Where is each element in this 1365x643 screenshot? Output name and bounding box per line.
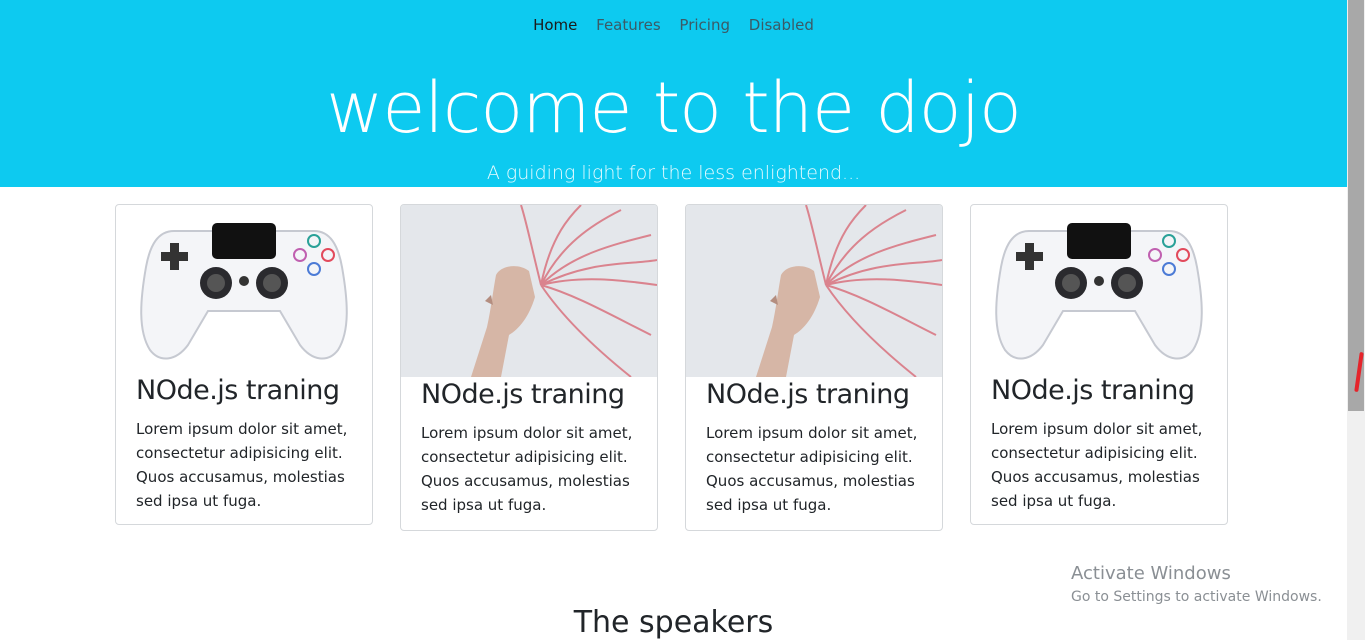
scrollbar-thumb[interactable] — [1348, 0, 1364, 411]
card-text: Lorem ipsum dolor sit amet, consectetur … — [136, 420, 348, 510]
gamepad-image — [116, 205, 372, 367]
course-card-1: NOde.js traning Lorem ipsum dolor sit am… — [115, 204, 373, 525]
top-nav: Home Features Pricing Disabled — [0, 16, 1347, 34]
nav-home[interactable]: Home — [533, 16, 577, 34]
windows-activation-watermark: Activate Windows Go to Settings to activ… — [1071, 563, 1322, 607]
nav-disabled[interactable]: Disabled — [749, 16, 814, 34]
course-card-3: NOde.js traning Lorem ipsum dolor sit am… — [685, 204, 943, 531]
vertical-scrollbar[interactable] — [1347, 0, 1365, 640]
card-title: NOde.js traning — [991, 375, 1195, 406]
card-title: NOde.js traning — [421, 379, 625, 410]
hero-subtitle: A guiding light for the less enlightend.… — [486, 162, 861, 184]
pink-hair-woman-image — [401, 205, 657, 378]
card-text: Lorem ipsum dolor sit amet, consectetur … — [706, 424, 918, 514]
card-title: NOde.js traning — [136, 375, 340, 406]
course-card-4: NOde.js traning Lorem ipsum dolor sit am… — [970, 204, 1228, 525]
nav-features[interactable]: Features — [596, 16, 661, 34]
card-text: Lorem ipsum dolor sit amet, consectetur … — [991, 420, 1203, 510]
woman-portrait-icon — [686, 205, 942, 378]
woman-portrait-icon — [401, 205, 657, 378]
watermark-line-2: Go to Settings to activate Windows. — [1071, 589, 1322, 605]
gamepad-icon — [995, 223, 1203, 360]
course-card-2: NOde.js traning Lorem ipsum dolor sit am… — [400, 204, 658, 531]
card-title: NOde.js traning — [706, 379, 910, 410]
speakers-heading: The speakers — [573, 605, 774, 640]
watermark-line-1: Activate Windows — [1071, 563, 1231, 584]
pink-hair-woman-image — [686, 205, 942, 378]
hero-banner: Home Features Pricing Disabled welcome t… — [0, 0, 1347, 187]
gamepad-image — [971, 205, 1227, 367]
hero-title: welcome to the dojo — [326, 67, 1022, 149]
nav-pricing[interactable]: Pricing — [679, 16, 730, 34]
card-text: Lorem ipsum dolor sit amet, consectetur … — [421, 424, 633, 514]
gamepad-icon — [140, 223, 348, 360]
